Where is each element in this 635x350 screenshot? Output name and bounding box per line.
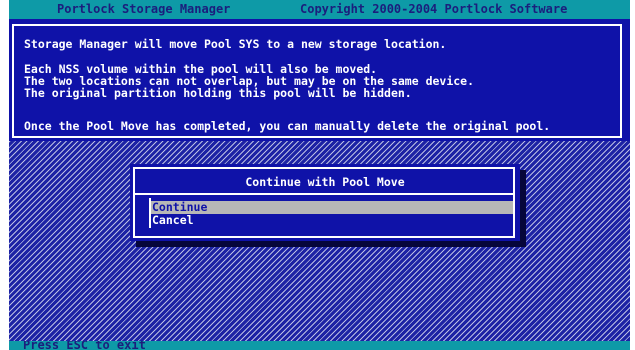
info-line: Storage Manager will move Pool SYS to a … xyxy=(24,37,447,51)
app-title: Portlock Storage Manager xyxy=(57,2,231,16)
console-screen: Portlock Storage Manager Copyright 2000-… xyxy=(9,0,630,350)
title-bar: Portlock Storage Manager Copyright 2000-… xyxy=(9,0,630,19)
continue-option[interactable]: Continue xyxy=(151,201,513,214)
confirm-dialog: Continue with Pool Move Continue Cancel xyxy=(130,164,520,241)
cancel-option[interactable]: Cancel xyxy=(151,214,513,227)
copyright-notice: Copyright 2000-2004 Portlock Software xyxy=(300,2,568,16)
status-hint: Press ESC to exit xyxy=(23,341,146,350)
dialog-title: Continue with Pool Move xyxy=(245,175,405,189)
dialog-divider xyxy=(135,193,515,195)
info-line: Once the Pool Move has completed, you ca… xyxy=(24,119,551,133)
info-line: The original partition holding this pool… xyxy=(24,86,412,100)
status-bar: Press ESC to exit xyxy=(9,341,630,350)
info-panel: Storage Manager will move Pool SYS to a … xyxy=(9,19,630,141)
